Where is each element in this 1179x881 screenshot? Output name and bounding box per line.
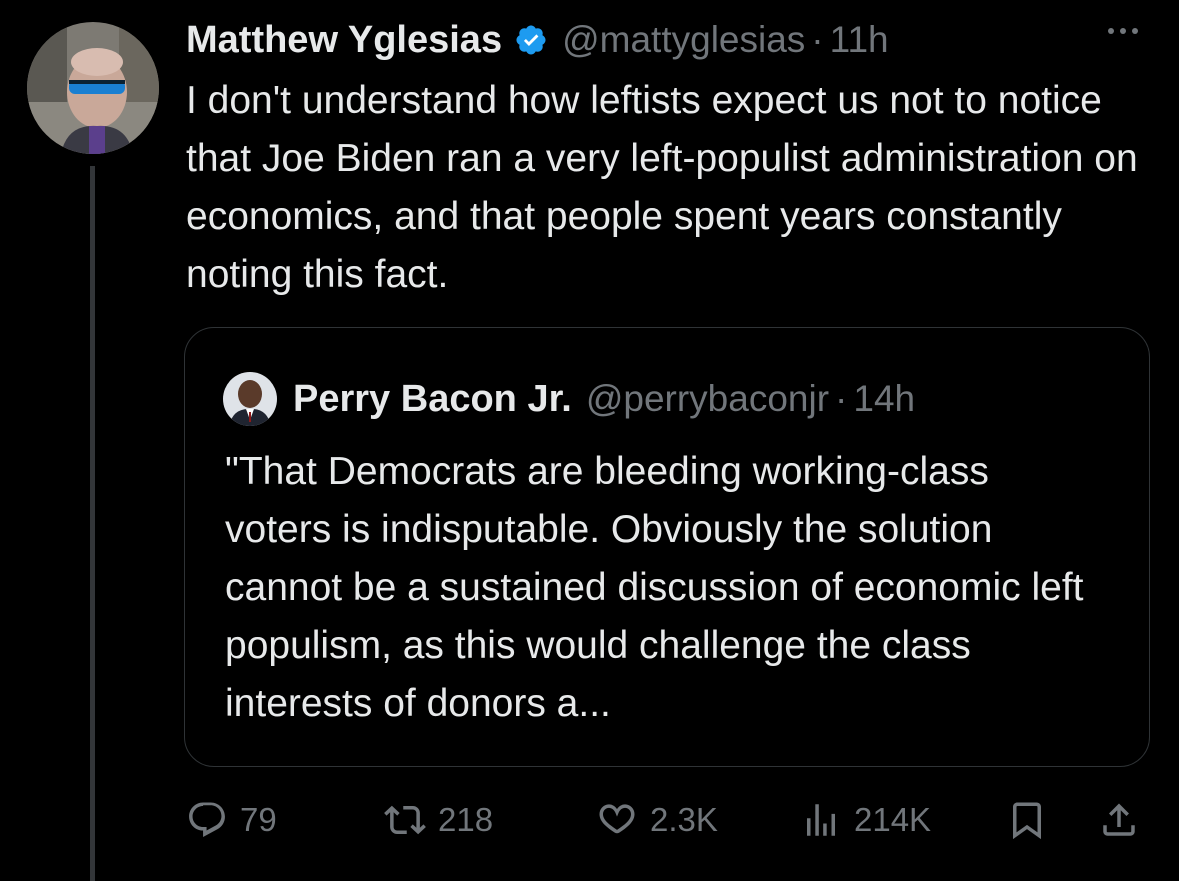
tweet-header: Matthew Yglesias @mattyglesias · 11h — [186, 16, 1156, 64]
quote-time: 14h — [853, 378, 916, 419]
bookmark-icon — [1006, 799, 1048, 841]
reply-count: 79 — [240, 801, 277, 838]
quote-text: "That Democrats are bleeding working-cla… — [225, 450, 1084, 725]
share-icon — [1098, 799, 1140, 841]
author-avatar[interactable] — [27, 22, 159, 154]
views-button[interactable]: 214K — [800, 796, 931, 844]
repost-icon — [384, 799, 426, 841]
repost-button[interactable]: 218 — [384, 796, 493, 844]
reply-icon — [186, 799, 228, 841]
action-bar: 79 218 2.3K 214K — [186, 796, 1146, 844]
heart-icon — [596, 799, 638, 841]
quote-author-avatar — [223, 372, 277, 426]
verified-badge-icon — [514, 23, 548, 57]
separator-dot: · — [811, 19, 824, 60]
tweet-text: I don't understand how leftists expect u… — [186, 79, 1138, 296]
author-handle[interactable]: @mattyglesias — [562, 19, 805, 61]
quote-author-name: Perry Bacon Jr. — [293, 377, 572, 420]
bookmark-button[interactable] — [1006, 796, 1048, 844]
quote-author-handle: @perrybaconjr — [585, 378, 830, 419]
tweet-time[interactable]: 11h — [830, 19, 889, 61]
more-icon[interactable] — [1102, 22, 1144, 40]
views-icon — [800, 799, 842, 841]
author-avatar-image — [27, 22, 159, 154]
quoted-tweet[interactable]: Perry Bacon Jr. @perrybaconjr · 14h "Tha… — [184, 327, 1150, 767]
thread-line — [90, 166, 95, 881]
author-name[interactable]: Matthew Yglesias — [186, 19, 502, 62]
views-count: 214K — [854, 801, 932, 838]
repost-count: 218 — [438, 801, 494, 838]
quote-separator-dot: · — [835, 378, 848, 419]
share-button[interactable] — [1098, 796, 1140, 844]
reply-button[interactable]: 79 — [186, 796, 277, 844]
like-button[interactable]: 2.3K — [596, 796, 718, 844]
quote-header: Perry Bacon Jr. @perrybaconjr · 14h — [223, 368, 915, 430]
like-count: 2.3K — [650, 801, 718, 838]
